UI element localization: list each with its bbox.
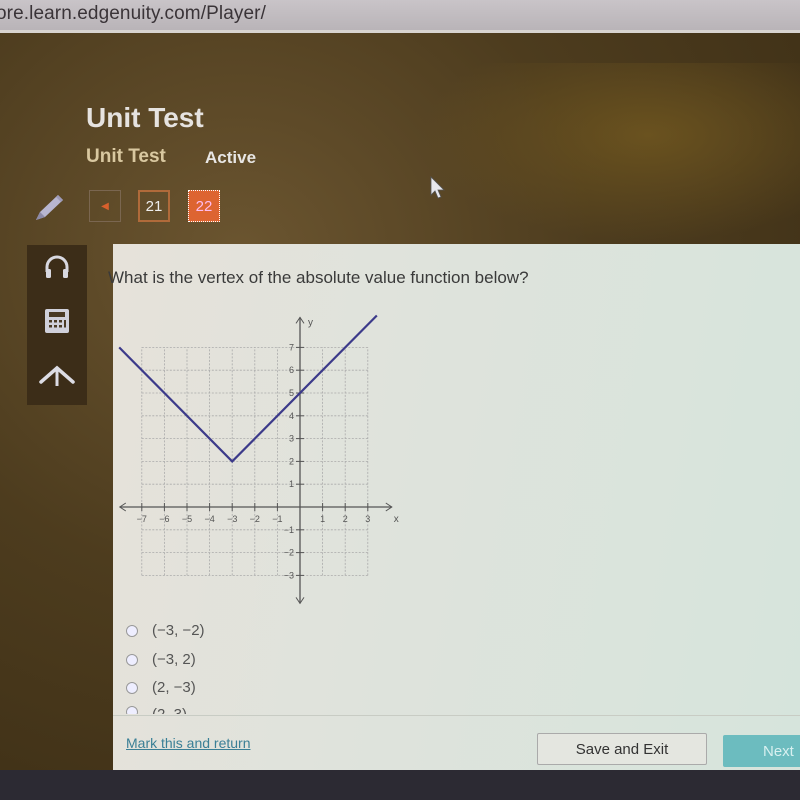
calculator-icon[interactable] [27, 301, 87, 341]
answer-choice[interactable]: (−3, 2) [126, 651, 196, 668]
y-axis-label: y [308, 317, 313, 328]
x-tick-label: −4 [204, 514, 214, 524]
answer-choice[interactable]: (−3, −2) [126, 622, 205, 639]
pencil-icon[interactable] [32, 192, 66, 229]
url-text: ore.learn.edgenuity.com/Player/ [0, 3, 266, 24]
y-tick-label: 5 [289, 388, 294, 398]
x-axis-label: x [394, 514, 399, 525]
x-tick-label: −7 [137, 514, 147, 524]
save-and-exit-button[interactable]: Save and Exit [537, 733, 707, 765]
y-tick-label: −1 [284, 525, 294, 535]
x-tick-label: 2 [343, 514, 348, 524]
y-tick-label: 6 [289, 365, 294, 375]
x-tick-label: −3 [227, 514, 237, 524]
y-tick-label: 4 [289, 411, 294, 421]
question-text: What is the vertex of the absolute value… [108, 268, 529, 287]
radio-button[interactable] [126, 706, 138, 714]
choice-label: (−3, 2) [152, 651, 196, 668]
absolute-value-graph: −7 −6 −5 −4 −3 −2 −1 1 2 3 7 6 5 4 3 2 1 −1 −2 −3 x y [110, 310, 410, 615]
caret-left-icon: ◀ [101, 200, 109, 212]
answer-choice[interactable]: (2, −3) [126, 679, 196, 696]
browser-address-bar[interactable]: ore.learn.edgenuity.com/Player/ [0, 0, 800, 33]
next-button[interactable]: Next [723, 735, 800, 767]
x-tick-label: −2 [250, 514, 260, 524]
mark-and-return-link[interactable]: Mark this and return [126, 735, 251, 751]
headphones-icon[interactable] [27, 247, 87, 287]
y-tick-label: −3 [284, 570, 294, 580]
y-tick-label: 7 [289, 342, 294, 352]
activity-subtitle: Unit Test [86, 146, 166, 167]
y-tick-label: 2 [289, 456, 294, 466]
choice-label: (2, −3) [152, 679, 196, 696]
radio-button[interactable] [126, 624, 138, 637]
tool-sidebar [27, 245, 87, 405]
x-tick-label: 3 [365, 514, 370, 524]
choice-label: (2, 3) [152, 706, 187, 714]
answer-choice[interactable]: (2, 3) [126, 706, 187, 714]
collapse-up-icon[interactable] [27, 355, 87, 395]
y-tick-label: 1 [289, 479, 294, 489]
mouse-cursor-icon [430, 176, 446, 205]
previous-question-button[interactable]: ◀ [89, 190, 121, 222]
x-tick-label: −5 [182, 514, 192, 524]
divider [113, 715, 800, 716]
status-label: Active [205, 148, 257, 167]
question-22-button[interactable]: 22 [188, 190, 220, 222]
y-tick-label: 3 [289, 434, 294, 444]
radio-button[interactable] [126, 653, 138, 666]
page-title: Unit Test [86, 102, 204, 133]
absolute-value-line [118, 314, 378, 463]
x-tick-label: −6 [159, 514, 169, 524]
y-tick-label: −2 [284, 548, 294, 558]
question-21-button[interactable]: 21 [138, 190, 170, 222]
choice-label: (−3, −2) [152, 622, 205, 639]
radio-button[interactable] [126, 681, 138, 694]
x-tick-label: 1 [320, 514, 325, 524]
monitor-bezel [0, 770, 800, 800]
x-tick-label: −1 [272, 514, 282, 524]
